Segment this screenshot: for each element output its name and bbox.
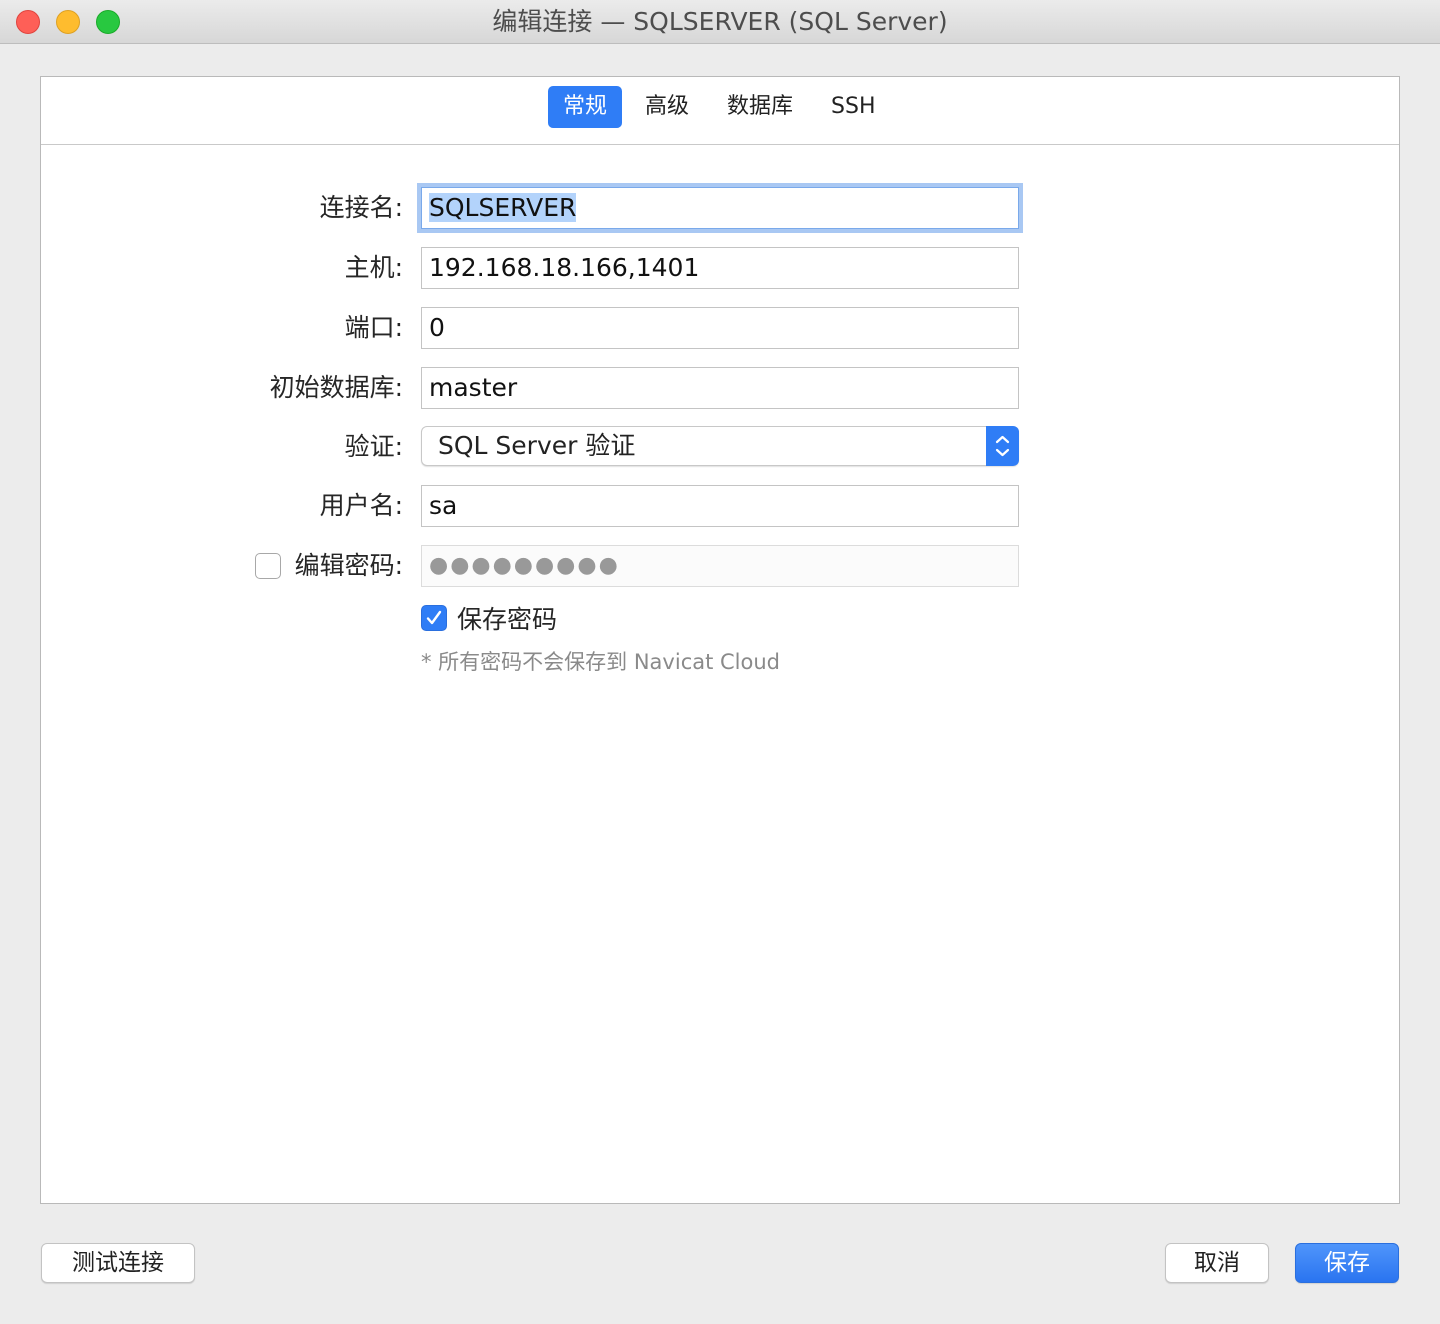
tab-advanced[interactable]: 高级 <box>630 86 704 128</box>
select-arrows-icon <box>986 426 1019 466</box>
row-connection-name: 连接名: SQLSERVER <box>41 187 1399 229</box>
authentication-label: 验证: <box>344 432 403 461</box>
port-input[interactable]: 0 <box>421 307 1019 349</box>
settings-panel: 常规 高级 数据库 SSH 连接名: SQLSERVER 主机: 192.168… <box>40 76 1400 1204</box>
title-bar[interactable]: 编辑连接 — SQLSERVER (SQL Server) <box>0 0 1440 44</box>
authentication-select[interactable]: SQL Server 验证 <box>421 426 1019 466</box>
save-password-label[interactable]: 保存密码 <box>457 605 557 635</box>
authentication-value: SQL Server 验证 <box>438 431 636 460</box>
row-port: 端口: 0 <box>41 307 1399 349</box>
cloud-password-note: * 所有密码不会保存到 Navicat Cloud <box>421 650 780 674</box>
window-title: 编辑连接 — SQLSERVER (SQL Server) <box>492 7 948 36</box>
tab-general[interactable]: 常规 <box>548 86 623 128</box>
test-connection-button[interactable]: 测试连接 <box>41 1243 195 1283</box>
tab-bar: 常规 高级 数据库 SSH <box>41 77 1399 145</box>
cancel-button[interactable]: 取消 <box>1165 1243 1269 1283</box>
row-initial-database: 初始数据库: master <box>41 367 1399 409</box>
port-label: 端口: <box>344 313 403 342</box>
username-label: 用户名: <box>319 491 403 520</box>
initial-database-input[interactable]: master <box>421 367 1019 409</box>
tab-ssh[interactable]: SSH <box>816 86 890 128</box>
connection-name-value: SQLSERVER <box>429 193 577 222</box>
row-password: 编辑密码: ●●●●●●●●● <box>41 545 1399 587</box>
host-label: 主机: <box>344 253 403 282</box>
edit-password-checkbox[interactable] <box>255 553 281 579</box>
password-input[interactable]: ●●●●●●●●● <box>421 545 1019 587</box>
row-authentication: 验证: SQL Server 验证 <box>41 426 1399 468</box>
connection-name-input[interactable]: SQLSERVER <box>421 187 1019 229</box>
edit-password-label: 编辑密码: <box>294 551 403 580</box>
save-password-checkbox[interactable] <box>421 605 447 631</box>
edit-connection-window: 编辑连接 — SQLSERVER (SQL Server) 常规 高级 数据库 … <box>0 0 1440 1324</box>
username-input[interactable]: sa <box>421 485 1019 527</box>
row-host: 主机: 192.168.18.166,1401 <box>41 247 1399 289</box>
row-username: 用户名: sa <box>41 485 1399 527</box>
tab-databases[interactable]: 数据库 <box>712 86 808 128</box>
host-input[interactable]: 192.168.18.166,1401 <box>421 247 1019 289</box>
tab-list: 常规 高级 数据库 SSH <box>548 86 899 128</box>
save-button[interactable]: 保存 <box>1295 1243 1399 1283</box>
checkmark-icon <box>426 610 442 625</box>
connection-name-label: 连接名: <box>319 193 403 222</box>
initial-database-label: 初始数据库: <box>269 373 403 402</box>
